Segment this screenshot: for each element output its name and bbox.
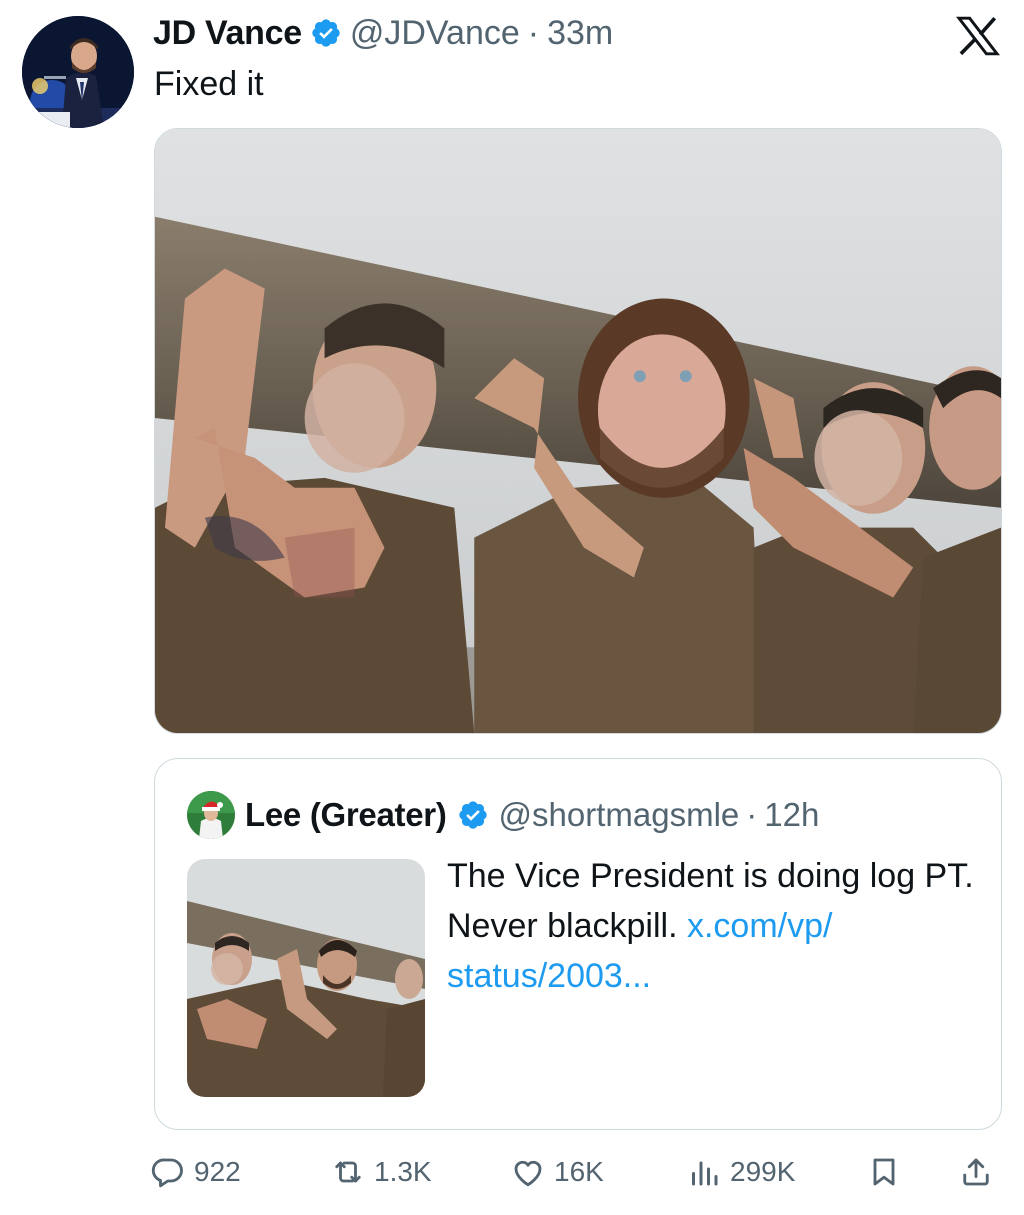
views-count: 299K	[730, 1156, 796, 1187]
share-button[interactable]	[958, 1148, 994, 1196]
author-header: JD Vance @JDVance · 33m	[153, 12, 613, 54]
quoted-author-handle[interactable]: @shortmagsmle	[499, 796, 740, 834]
share-icon	[958, 1154, 994, 1190]
repost-count: 1.3K	[374, 1156, 432, 1187]
quoted-post[interactable]: Lee (Greater) @shortmagsmle · 12h The Vi…	[154, 758, 1002, 1130]
post-image[interactable]	[154, 128, 1002, 734]
author-name[interactable]: JD Vance	[153, 14, 302, 53]
separator-dot: ·	[746, 796, 758, 833]
like-count: 16K	[554, 1156, 604, 1187]
bookmark-button[interactable]	[866, 1148, 902, 1196]
quoted-author-name[interactable]: Lee (Greater)	[245, 796, 447, 834]
x-logo-icon	[956, 16, 1000, 56]
separator-dot: ·	[527, 13, 540, 52]
heart-icon	[510, 1154, 546, 1190]
quoted-author-header: Lee (Greater) @shortmagsmle · 12h	[245, 793, 819, 837]
views-button[interactable]: 299K	[686, 1148, 795, 1196]
action-bar: 922 1.3K 16K 299K	[150, 1148, 1010, 1196]
quoted-timestamp[interactable]: 12h	[764, 796, 819, 834]
repost-icon	[330, 1154, 366, 1190]
author-avatar[interactable]	[22, 16, 134, 128]
reply-icon	[150, 1154, 186, 1190]
quoted-post-text: The Vice President is doing log PT. Neve…	[447, 851, 977, 1001]
bookmark-icon	[866, 1154, 902, 1190]
repost-button[interactable]: 1.3K	[330, 1148, 432, 1196]
post-timestamp[interactable]: 33m	[547, 14, 613, 53]
like-button[interactable]: 16K	[510, 1148, 604, 1196]
quoted-author-avatar[interactable]	[187, 791, 235, 839]
reply-button[interactable]: 922	[150, 1148, 241, 1196]
verified-badge-icon	[310, 17, 342, 49]
author-handle[interactable]: @JDVance	[350, 14, 520, 53]
views-icon	[686, 1154, 722, 1190]
verified-badge-icon	[457, 799, 489, 831]
post-text: Fixed it	[154, 65, 264, 103]
reply-count: 922	[194, 1156, 241, 1187]
quoted-post-image[interactable]	[187, 859, 425, 1097]
